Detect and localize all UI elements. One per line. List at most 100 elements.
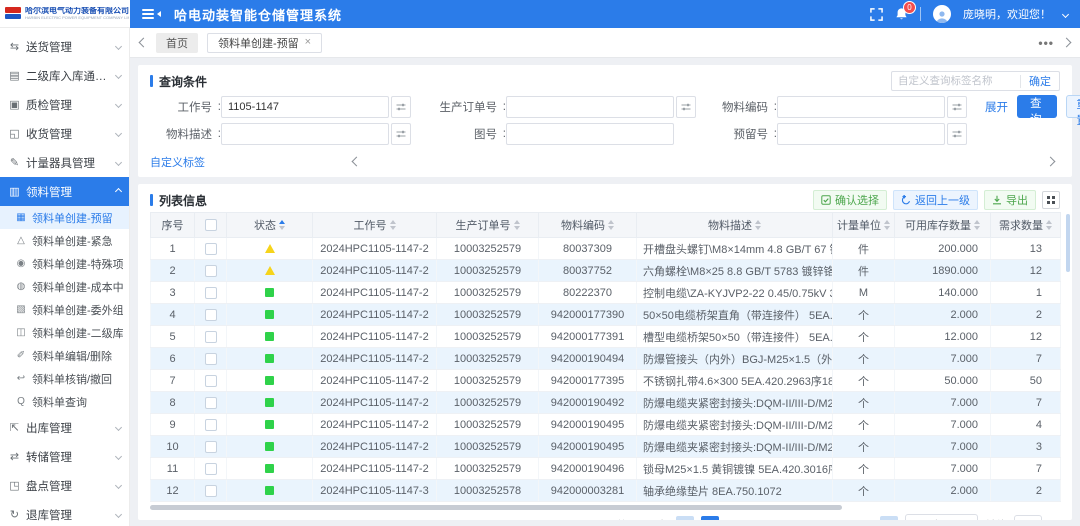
sidebar-item[interactable]: ↻退库管理: [0, 500, 129, 526]
column-header-demand-qty[interactable]: 需求数量: [991, 213, 1061, 238]
drawing-no-input[interactable]: [506, 123, 674, 145]
reset-button[interactable]: 重置: [1066, 95, 1080, 118]
sidebar-item[interactable]: ⇆送货管理: [0, 32, 129, 61]
page-button[interactable]: 1: [701, 516, 719, 520]
page-button[interactable]: 12: [855, 516, 873, 520]
tabs-more-icon[interactable]: •••: [1038, 36, 1054, 50]
column-header-unit[interactable]: 计量单位: [833, 213, 895, 238]
material-code-input[interactable]: [777, 96, 945, 118]
sidebar-item[interactable]: ◳盘点管理: [0, 471, 129, 500]
row-checkbox[interactable]: [205, 243, 217, 255]
sort-icon[interactable]: [390, 220, 396, 230]
tabs-back-chevron-icon[interactable]: [139, 38, 149, 48]
confirm-select-button[interactable]: 确认选择: [813, 190, 887, 210]
row-checkbox[interactable]: [205, 309, 217, 321]
tab-home[interactable]: 首页: [156, 33, 198, 53]
tab-material-reserve[interactable]: 领料单创建-预留 ×: [207, 33, 322, 53]
search-button[interactable]: 查询: [1017, 95, 1057, 118]
row-checkbox[interactable]: [205, 331, 217, 343]
column-header-available-stock[interactable]: 可用库存数量: [895, 213, 991, 238]
material-desc-filter-button[interactable]: [391, 123, 411, 145]
sort-icon[interactable]: [755, 220, 761, 230]
page-button[interactable]: 3: [745, 516, 763, 520]
column-header-work-no[interactable]: 工作号: [313, 213, 437, 238]
material-code-filter-button[interactable]: [947, 96, 967, 118]
column-header-order-no[interactable]: 生产订单号: [437, 213, 539, 238]
page-button[interactable]: 4: [767, 516, 785, 520]
sort-icon[interactable]: [884, 220, 890, 230]
sidebar-item[interactable]: ▥领料管理: [0, 177, 129, 206]
close-icon[interactable]: ×: [305, 37, 311, 48]
column-settings-button[interactable]: [1042, 191, 1060, 209]
row-checkbox[interactable]: [205, 485, 217, 497]
material-desc-input[interactable]: [221, 123, 389, 145]
tag-confirm-button[interactable]: 确定: [1021, 73, 1059, 89]
next-page-button[interactable]: [880, 516, 898, 520]
cell-unit: 个: [833, 392, 895, 414]
tag-scroll-right-icon[interactable]: [1046, 157, 1056, 167]
custom-tag-link[interactable]: 自定义标签: [150, 154, 205, 170]
cell-status: [227, 414, 313, 436]
production-order-input[interactable]: [506, 96, 674, 118]
custom-tag-name-input[interactable]: [892, 73, 1020, 89]
row-checkbox[interactable]: [205, 397, 217, 409]
notification-button[interactable]: 0: [895, 7, 908, 21]
goto-page-input[interactable]: [1014, 515, 1042, 520]
row-checkbox[interactable]: [205, 287, 217, 299]
avatar[interactable]: [933, 5, 951, 23]
sidebar-item-label: 盘点管理: [26, 478, 111, 494]
column-header-status[interactable]: 状态: [227, 213, 313, 238]
row-checkbox[interactable]: [205, 419, 217, 431]
sort-icon[interactable]: [279, 220, 285, 230]
sidebar-item[interactable]: ▣质检管理: [0, 90, 129, 119]
vertical-scrollbar-thumb[interactable]: [1066, 214, 1070, 272]
sidebar-subitem[interactable]: △领料单创建-紧急: [0, 229, 129, 252]
user-greeting[interactable]: 庞晓明，欢迎您！: [963, 6, 1051, 22]
production-order-filter-button[interactable]: [676, 96, 696, 118]
chevron-down-icon[interactable]: [1062, 10, 1069, 17]
tabs-forward-chevron-icon[interactable]: [1062, 38, 1072, 48]
work-no-filter-button[interactable]: [391, 96, 411, 118]
select-all-checkbox[interactable]: [205, 219, 217, 231]
sidebar-subitem[interactable]: ▦领料单创建-预留: [0, 206, 129, 229]
sidebar-collapse-button[interactable]: [142, 9, 161, 19]
expand-link[interactable]: 展开: [985, 99, 1008, 115]
export-button[interactable]: 导出: [984, 190, 1036, 210]
row-checkbox[interactable]: [205, 463, 217, 475]
work-no-input[interactable]: [221, 96, 389, 118]
sidebar-item[interactable]: ⇱出库管理: [0, 413, 129, 442]
sidebar-item[interactable]: ✎计量器具管理: [0, 148, 129, 177]
sort-icon[interactable]: [1046, 220, 1052, 230]
page-button[interactable]: 5: [789, 516, 807, 520]
page-size-select[interactable]: 200条/页: [905, 514, 978, 520]
tag-scroll-left-icon[interactable]: [352, 157, 362, 167]
horizontal-scrollbar-thumb[interactable]: [150, 505, 842, 510]
prev-page-button[interactable]: [676, 516, 694, 520]
page-button[interactable]: 2: [723, 516, 741, 520]
sort-icon[interactable]: [608, 220, 614, 230]
fullscreen-button[interactable]: [870, 8, 883, 21]
sidebar-subitem[interactable]: Q领料单查询: [0, 390, 129, 413]
sort-icon[interactable]: [514, 220, 520, 230]
row-checkbox[interactable]: [205, 353, 217, 365]
sort-icon[interactable]: [974, 220, 980, 230]
row-checkbox[interactable]: [205, 441, 217, 453]
sidebar-subitem[interactable]: ✐领料单编辑/删除: [0, 344, 129, 367]
sidebar-subitem[interactable]: ◉领料单创建-特殊项目: [0, 252, 129, 275]
page-button[interactable]: 6: [811, 516, 829, 520]
sidebar-subitem[interactable]: ◫领料单创建-二级库: [0, 321, 129, 344]
sidebar-subitem[interactable]: ◍领料单创建-成本中心: [0, 275, 129, 298]
sidebar-subitem[interactable]: ↩领料单核销/撤回: [0, 367, 129, 390]
column-header-select[interactable]: [195, 213, 227, 238]
sidebar-subitem[interactable]: ▧领料单创建-委外组件: [0, 298, 129, 321]
row-checkbox[interactable]: [205, 265, 217, 277]
sidebar-item[interactable]: ⇄转储管理: [0, 442, 129, 471]
row-checkbox[interactable]: [205, 375, 217, 387]
sidebar-item[interactable]: ◱收货管理: [0, 119, 129, 148]
column-header-material-desc[interactable]: 物料描述: [637, 213, 833, 238]
column-header-material-code[interactable]: 物料编码: [539, 213, 637, 238]
reserve-no-input[interactable]: [777, 123, 945, 145]
back-to-parent-button[interactable]: 返回上一级: [893, 190, 978, 210]
sidebar-item[interactable]: ▤二级库入库通知单: [0, 61, 129, 90]
reserve-no-filter-button[interactable]: [947, 123, 967, 145]
